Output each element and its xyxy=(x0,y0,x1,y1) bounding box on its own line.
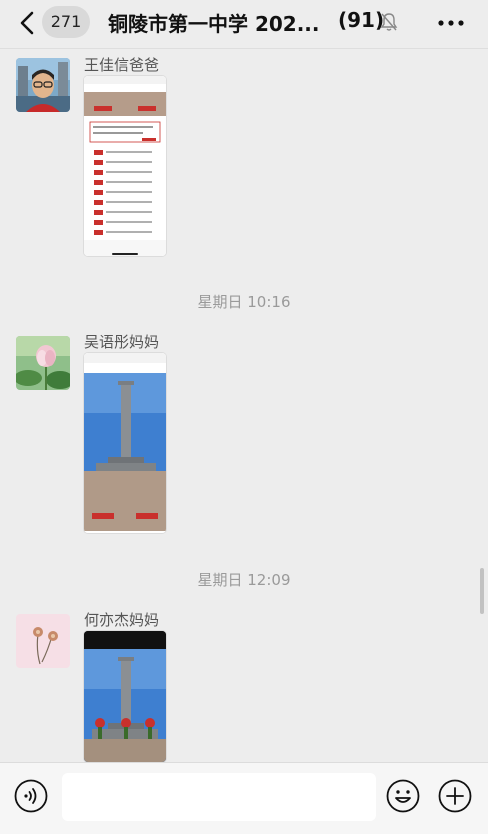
timestamp: 星期日 12:09 xyxy=(197,571,291,589)
member-count: (91) xyxy=(338,8,385,32)
scrollbar-thumb[interactable] xyxy=(480,568,484,614)
message-input[interactable] xyxy=(62,773,376,821)
avatar[interactable] xyxy=(16,336,70,390)
avatar[interactable] xyxy=(16,614,70,668)
image-message[interactable] xyxy=(84,631,166,762)
unread-count-badge[interactable]: 271 xyxy=(42,6,90,38)
bell-muted-icon xyxy=(380,13,398,31)
timestamp: 星期日 10:16 xyxy=(197,293,291,311)
chat-title: 铜陵市第一中学 202... xyxy=(108,12,320,36)
avatar[interactable] xyxy=(16,58,70,112)
sender-name: 王佳信爸爸 xyxy=(84,56,160,74)
emoji-icon[interactable] xyxy=(386,779,420,813)
chevron-left-icon[interactable] xyxy=(18,11,36,35)
chat-header: 271 铜陵市第一中学 202... (91) xyxy=(0,0,488,49)
sender-name: 何亦杰妈妈 xyxy=(84,611,160,629)
input-bar xyxy=(0,762,488,834)
sender-name: 吴语彤妈妈 xyxy=(84,333,160,351)
image-message[interactable] xyxy=(84,76,166,256)
image-message[interactable] xyxy=(84,353,166,533)
voice-icon[interactable] xyxy=(14,779,48,813)
plus-icon[interactable] xyxy=(438,779,472,813)
more-dots-icon[interactable] xyxy=(438,20,464,26)
